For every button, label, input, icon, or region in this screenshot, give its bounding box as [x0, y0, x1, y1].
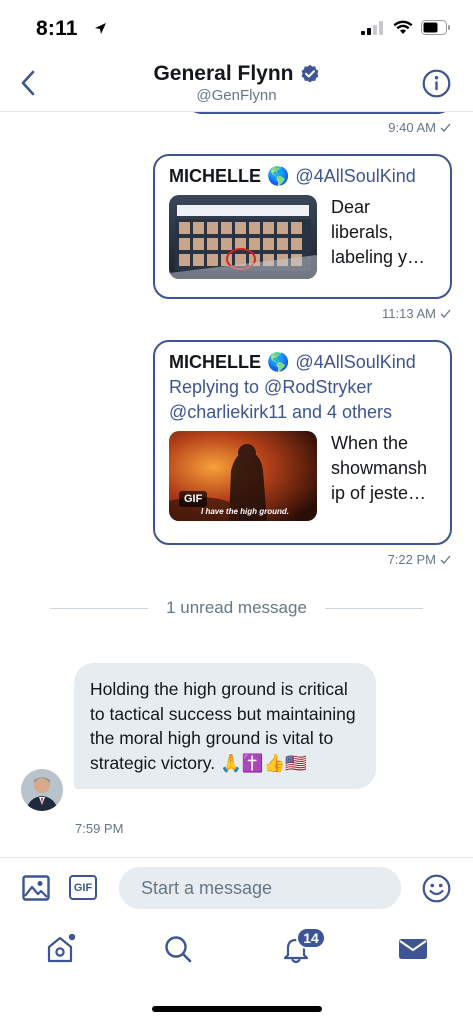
message-text: Holding the high ground is critical to t… [90, 679, 356, 773]
message-input[interactable]: Start a message [119, 867, 401, 909]
globe-emoji-icon: 🌎 [267, 352, 290, 372]
timestamp-text: 7:59 PM [75, 821, 124, 836]
home-indicator [152, 1006, 322, 1012]
divider-line [50, 607, 149, 609]
tab-search[interactable] [158, 931, 198, 967]
avatar[interactable] [21, 769, 63, 811]
tweet-author: MICHELLE 🌎 @4AllSoulKind [169, 166, 436, 187]
tweet-author: MICHELLE 🌎 @4AllSoulKind [169, 352, 436, 373]
tweet-reply-context[interactable]: @charliekirk11 and 4 others [169, 400, 436, 425]
tweet-image[interactable] [169, 195, 317, 279]
gif-button[interactable]: GIF [69, 875, 97, 900]
search-icon [165, 936, 192, 963]
message-input-placeholder: Start a message [141, 877, 273, 898]
tweet-author-handle: @4AllSoulKind [295, 352, 416, 372]
timestamp-text: 11:13 AM [382, 306, 436, 321]
notifications-badge: 14 [296, 927, 326, 949]
signal-icon [361, 20, 383, 35]
message-timestamp: 11:13 AM [382, 306, 451, 321]
unread-divider-text: 1 unread message [166, 598, 307, 617]
shared-tweet-card[interactable]: MICHELLE 🌎 @4AllSoulKind Dear liberals, … [153, 154, 452, 299]
tab-home[interactable] [40, 931, 80, 967]
contact-name: General Flynn [153, 62, 294, 85]
globe-emoji-icon: 🌎 [267, 166, 290, 186]
mail-icon [399, 939, 427, 959]
tweet-author-name: MICHELLE [169, 352, 261, 372]
shared-tweet-card[interactable]: MICHELLE 🌎 @4AllSoulKind Replying to @Ro… [153, 340, 452, 545]
message-timestamp: 7:59 PM [75, 821, 123, 836]
scotus-nominees-image [169, 195, 317, 279]
tweet-text: When the showmansh ip of jeste… [331, 433, 428, 503]
incoming-message-bubble[interactable]: Holding the high ground is critical to t… [74, 663, 376, 789]
emoji-icon[interactable] [422, 874, 451, 903]
tweet-author-handle: @4AllSoulKind [295, 166, 416, 186]
sent-check-icon [440, 123, 451, 132]
sent-check-icon [440, 309, 451, 318]
timestamp-text: 7:22 PM [387, 552, 436, 567]
status-bar: 8:11 [0, 0, 473, 58]
timestamp-text: 9:40 AM [388, 120, 436, 135]
contact-handle: @GenFlynn [196, 87, 277, 104]
gif-badge: GIF [179, 491, 208, 507]
conversation-title[interactable]: General Flynn @GenFlynn [0, 62, 473, 104]
status-indicators [361, 20, 451, 35]
message-timestamp: 7:22 PM [388, 552, 451, 567]
message-timestamp: 9:40 AM [388, 120, 451, 135]
image-icon[interactable] [22, 875, 50, 901]
tab-messages[interactable] [393, 931, 433, 967]
tweet-author-name: MICHELLE [169, 166, 261, 186]
status-time: 8:11 [36, 17, 78, 40]
avatar-image [21, 769, 63, 811]
tweet-reply-context[interactable]: Replying to @RodStryker [169, 375, 436, 400]
battery-icon [421, 20, 450, 35]
tweet-gif[interactable]: GIF I have the high ground. [169, 431, 317, 521]
tweet-text: Dear liberals, labeling y… [331, 197, 426, 267]
location-arrow-icon [95, 23, 106, 34]
gif-caption: I have the high ground. [201, 507, 289, 516]
message-list[interactable]: 9:40 AM MICHELLE 🌎 @4AllSoulKind Dear li… [0, 112, 473, 857]
wifi-icon [393, 20, 413, 34]
divider-line [324, 607, 424, 609]
compose-bar: GIF Start a message [0, 857, 473, 917]
verified-icon [301, 64, 318, 83]
previous-tweet-card[interactable] [187, 112, 452, 114]
conversation-header: General Flynn @GenFlynn [0, 58, 473, 112]
home-icon [47, 934, 75, 963]
tab-bar: 14 [0, 917, 473, 985]
sent-check-icon [440, 555, 451, 564]
unread-divider: 1 unread message [50, 598, 424, 618]
info-icon[interactable] [422, 69, 451, 98]
